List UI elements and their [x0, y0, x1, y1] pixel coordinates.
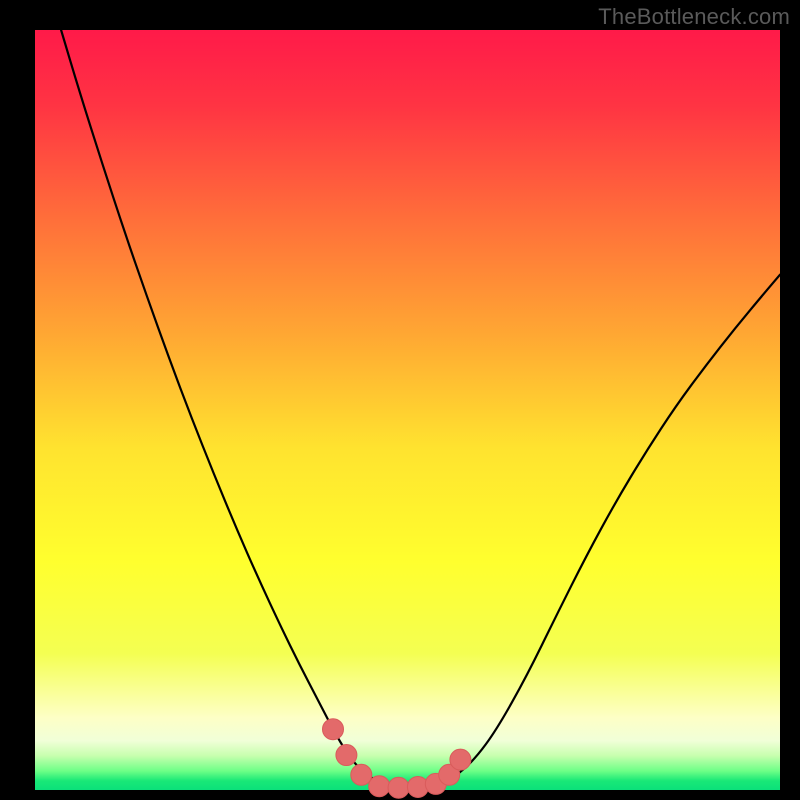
- highlight-dot: [351, 764, 372, 785]
- highlight-dot: [369, 776, 390, 797]
- highlight-dot: [388, 777, 409, 798]
- highlight-dot: [336, 745, 357, 766]
- highlight-dot: [450, 749, 471, 770]
- chart-gradient-bg: [35, 30, 780, 790]
- watermark-text: TheBottleneck.com: [598, 4, 790, 30]
- chart-frame: TheBottleneck.com: [0, 0, 800, 800]
- highlight-dot: [323, 719, 344, 740]
- bottleneck-chart: [0, 0, 800, 800]
